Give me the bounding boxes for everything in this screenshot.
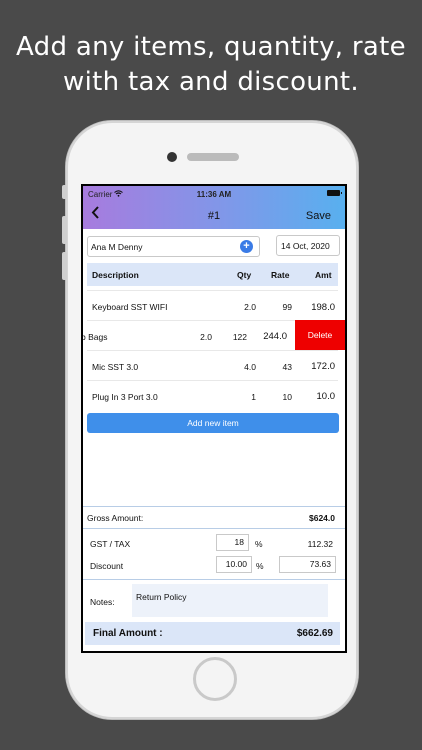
- plus-circle-icon[interactable]: +: [240, 240, 253, 253]
- header-description: Description: [92, 270, 139, 280]
- promo-line-2: with tax and discount.: [63, 67, 359, 97]
- date-field[interactable]: 14 Oct, 2020: [276, 235, 340, 256]
- item-description: Plug In 3 Port 3.0: [92, 392, 158, 402]
- item-rate: 10: [282, 392, 292, 402]
- tax-rate-input[interactable]: 18: [216, 534, 249, 551]
- item-qty: 1: [251, 392, 256, 402]
- gross-amount-label: Gross Amount:: [87, 513, 144, 523]
- mute-switch: [62, 185, 67, 199]
- discount-amount-input[interactable]: 73.63: [279, 556, 336, 573]
- header-rate: Rate: [271, 270, 290, 280]
- item-description: b Bags: [81, 332, 108, 342]
- notes-label: Notes:: [90, 597, 115, 607]
- tax-percent-label: %: [255, 539, 263, 549]
- item-qty: 2.0: [244, 302, 256, 312]
- battery-icon: [327, 190, 342, 196]
- divider: [83, 579, 345, 580]
- tax-label: GST / TAX: [90, 539, 131, 549]
- divider: [83, 528, 345, 529]
- final-amount-value: $662.69: [296, 628, 333, 639]
- home-button[interactable]: [193, 657, 237, 701]
- app-screen: Carrier 11:36 AM #1 Save Ana M Denny + 1…: [81, 184, 347, 653]
- item-description: Mic SST 3.0: [92, 362, 139, 372]
- discount-percent-label: %: [256, 561, 264, 571]
- item-qty: 4.0: [244, 362, 256, 372]
- invoice-date: 14 Oct, 2020: [281, 241, 330, 251]
- final-amount-bar: Final Amount : $662.69: [85, 622, 340, 645]
- table-header: Description Qty Rate Amt: [87, 263, 338, 286]
- discount-label: Discount: [90, 561, 124, 571]
- divider: [87, 380, 338, 381]
- tax-amount: 112.32: [307, 539, 333, 549]
- divider: [87, 350, 338, 351]
- discount-rate-input[interactable]: 10.00: [216, 556, 252, 573]
- item-amount: 244.0: [263, 331, 287, 342]
- divider: [83, 506, 345, 507]
- divider: [87, 290, 338, 291]
- customer-name: Ana M Denny: [91, 242, 143, 252]
- item-rate: 43: [282, 362, 292, 372]
- add-item-button[interactable]: Add new item: [87, 413, 339, 433]
- item-description: Keyboard SST WIFI: [92, 302, 168, 312]
- item-amount: 10.0: [316, 391, 336, 402]
- item-rate: 99: [282, 302, 292, 312]
- final-amount-label: Final Amount :: [93, 628, 163, 639]
- delete-button[interactable]: Delete: [295, 320, 345, 350]
- item-amount: 172.0: [311, 361, 335, 372]
- promo-line-1: Add any items, quantity, rate: [16, 32, 406, 62]
- notes-text: Return Policy: [136, 592, 187, 602]
- volume-up-button: [62, 216, 67, 244]
- notes-field[interactable]: Return Policy: [132, 584, 328, 617]
- gross-amount-value: $624.0: [309, 513, 335, 523]
- item-rate: 122: [232, 332, 247, 342]
- customer-field[interactable]: Ana M Denny: [87, 236, 260, 257]
- earpiece-speaker: [187, 153, 239, 161]
- header-amt: Amt: [315, 270, 332, 280]
- navigation-bar: Carrier 11:36 AM #1 Save: [83, 186, 345, 229]
- promo-heading: Add any items, quantity, rate with tax a…: [0, 30, 422, 100]
- volume-down-button: [62, 252, 67, 280]
- front-camera: [167, 152, 177, 162]
- header-qty: Qty: [237, 270, 252, 280]
- item-qty: 2.0: [200, 332, 212, 342]
- item-amount: 198.0: [311, 302, 335, 313]
- status-time: 11:36 AM: [196, 190, 232, 199]
- save-button[interactable]: Save: [306, 210, 331, 222]
